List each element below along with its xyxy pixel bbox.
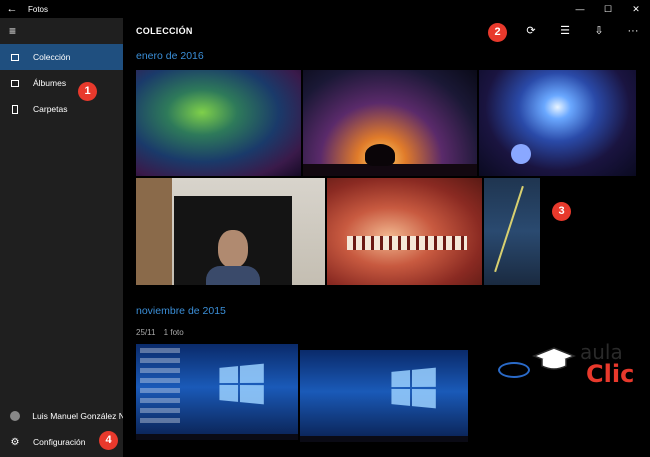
select-icon[interactable]: ☰ [548,24,582,37]
refresh-icon[interactable]: ⟳ [514,24,548,37]
logo-text-clic: Clic [586,360,635,388]
toolbar-actions: ⟳ ☰ ⇩ ··· [514,18,650,43]
title-bar: ← Fotos — ☐ ✕ [0,0,650,18]
settings-label: Configuración [33,437,86,447]
collection-icon [8,53,22,61]
albums-icon [8,79,22,87]
group-count: 1 foto [163,328,184,337]
photo-thumbnail[interactable] [136,70,301,176]
more-icon[interactable]: ··· [616,25,650,37]
page-title: COLECCIÓN [136,25,193,36]
hamburger-icon[interactable]: ≡ [0,18,123,44]
group-date: 25/11 [136,328,156,337]
back-arrow-icon[interactable]: ← [0,3,24,15]
photo-thumbnail[interactable] [136,344,298,440]
sidebar-item-label: Álbumes [33,78,67,88]
sidebar-item-label: Carpetas [33,104,68,114]
user-account[interactable]: Luis Manuel González Na [0,403,123,429]
section-title-jan-2016: enero de 2016 [136,50,204,62]
callout-badge: 2 [488,23,507,42]
date-group-label: 25/11 1 foto [136,328,184,337]
aulaclic-logo: aula Clic [496,340,646,390]
callout-badge: 3 [552,202,571,221]
user-name: Luis Manuel González Na [32,411,123,421]
callout-badge: 4 [99,431,118,450]
photo-thumbnail[interactable] [327,178,482,285]
app-title: Fotos [28,4,49,14]
photo-thumbnail[interactable] [484,178,540,285]
photo-thumbnail[interactable] [136,178,325,285]
import-icon[interactable]: ⇩ [582,24,616,37]
main-content: COLECCIÓN ⟳ ☰ ⇩ ··· enero de 2016 noviem… [123,18,650,457]
photo-thumbnail[interactable] [479,70,636,176]
graduation-cap-icon [532,347,576,370]
callout-badge: 1 [78,82,97,101]
folders-icon [8,104,22,114]
sidebar-item-collection[interactable]: Colección [0,44,123,70]
toolbar: COLECCIÓN ⟳ ☰ ⇩ ··· [123,18,650,43]
photo-thumbnail[interactable] [300,350,468,442]
minimize-icon[interactable]: — [566,0,594,18]
mouse-icon [498,362,530,378]
section-title-nov-2015: noviembre de 2015 [136,305,226,317]
sidebar-item-folders[interactable]: Carpetas [0,96,123,122]
sidebar-item-albums[interactable]: Álbumes [0,70,123,96]
gear-icon: ⚙ [10,436,20,448]
sidebar: ≡ Colección Álbumes Carpetas Luis Manuel… [0,18,123,457]
sidebar-item-label: Colección [33,52,71,62]
avatar [8,411,21,421]
maximize-icon[interactable]: ☐ [594,0,622,18]
close-icon[interactable]: ✕ [622,0,650,18]
photo-thumbnail[interactable] [303,70,477,176]
window-controls: — ☐ ✕ [566,0,650,18]
